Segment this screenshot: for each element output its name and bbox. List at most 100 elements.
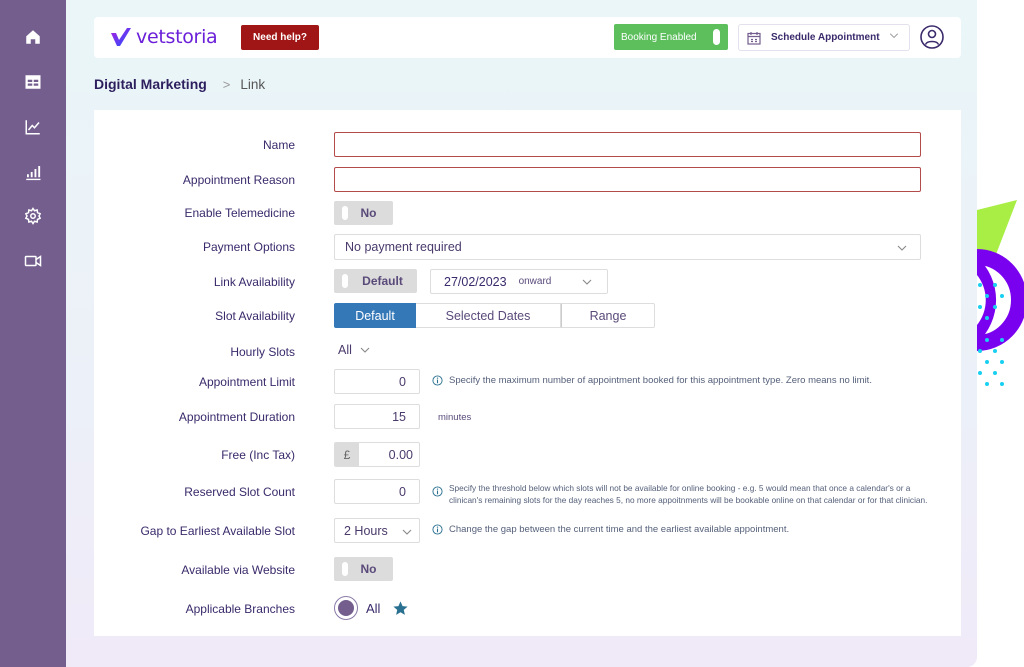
logo-text: vetstoria [136,26,218,48]
sidebar [0,0,66,667]
home-icon[interactable] [21,25,45,49]
schedule-appointment-label: Schedule Appointment [771,32,880,43]
chevron-down-icon [897,245,907,251]
info-icon [432,524,443,535]
enable-telemedicine-toggle[interactable]: No [334,201,393,225]
link-availability-toggle[interactable]: Default [334,269,417,293]
appointment-duration-input[interactable]: 15 [334,404,420,429]
toggle-state: Default [362,274,403,288]
name-input[interactable] [334,132,921,157]
applicable-branches-row: Applicable Branches All [94,596,961,622]
need-help-button[interactable]: Need help? [241,25,319,50]
gear-icon[interactable] [21,204,45,228]
applicable-branches-options: All [334,596,409,620]
available-via-website-toggle[interactable]: No [334,557,393,581]
link-start-date-select[interactable]: 27/02/2023 onward [430,269,608,294]
reserved-slot-count-label: Reserved Slot Count [184,485,295,499]
chevron-down-icon [889,33,899,39]
start-date-value: 27/02/2023 [444,274,507,289]
appointment-reason-row: Appointment Reason [94,167,961,193]
deco-purple-arc [977,257,997,343]
toggle-state: No [360,206,377,220]
appointment-duration-row: Appointment Duration 15 minutes [94,404,961,430]
hourly-slots-select[interactable]: All [338,343,370,357]
info-icon [432,486,443,497]
toggle-knob [713,29,720,45]
available-via-website-row: Available via Website No [94,557,961,583]
gap-earliest-value: 2 Hours [344,523,388,538]
payment-options-select[interactable]: No payment required [334,234,921,260]
breadcrumb: Digital Marketing > Link [94,76,265,92]
info-icon [432,375,443,386]
booking-enabled-toggle[interactable]: Booking Enabled [614,24,728,50]
available-via-website-label: Available via Website [181,563,295,577]
app-window: vetstoria Need help? Booking Enabled Sch… [0,0,977,667]
reserved-slot-count-hint: Specify the threshold below which slots … [432,482,937,506]
breadcrumb-separator: > [222,76,231,92]
appointment-reason-input[interactable] [334,167,921,192]
gap-earliest-row: Gap to Earliest Available Slot 2 Hours C… [94,518,961,544]
duration-unit: minutes [438,412,472,423]
applicable-branches-label: Applicable Branches [185,602,295,616]
branches-all-label: All [366,600,381,616]
gap-earliest-hint: Change the gap between the current time … [432,524,789,535]
line-chart-icon[interactable] [21,115,45,139]
booking-enabled-label: Booking Enabled [621,31,697,43]
appointment-limit-row: Appointment Limit 0 Specify the maximum … [94,369,961,395]
appointment-limit-hint: Specify the maximum number of appointmen… [432,375,872,386]
calendar-icon [747,31,761,45]
top-bar: vetstoria Need help? Booking Enabled Sch… [94,17,961,58]
slot-availability-label: Slot Availability [215,309,295,323]
appointment-limit-input[interactable]: 0 [334,369,420,394]
bar-chart-icon[interactable] [21,160,45,184]
appointment-reason-label: Appointment Reason [182,173,295,187]
toggle-knob [342,274,348,288]
link-availability-row: Link Availability Default 27/02/2023 onw… [94,269,961,295]
hourly-slots-value: All [338,343,352,357]
payment-options-value: No payment required [345,240,462,254]
chevron-down-icon [582,279,592,285]
logo: vetstoria [110,26,218,48]
toggle-knob [342,206,348,220]
slot-option-range[interactable]: Range [561,303,655,328]
reserved-slot-count-input[interactable]: 0 [334,479,420,504]
chevron-down-icon [402,529,412,535]
fee-input[interactable]: £ 0.00 [334,442,420,467]
fee-value: 0.00 [388,447,413,462]
chevron-down-icon [360,347,370,353]
name-row: Name [94,132,961,158]
appointment-duration-label: Appointment Duration [178,410,295,424]
fee-row: Free (Inc Tax) £ 0.00 [94,442,961,468]
gap-earliest-label: Gap to Earliest Available Slot [140,524,295,538]
video-camera-icon[interactable] [21,249,45,273]
hint-text: Specify the maximum number of appointmen… [449,375,872,386]
fee-label: Free (Inc Tax) [221,448,295,462]
reserved-slot-count-row: Reserved Slot Count 0 Specify the thresh… [94,479,961,505]
name-label: Name [262,138,295,152]
toggle-knob [342,562,348,576]
link-form-panel: Name Appointment Reason Enable Telemedic… [94,110,961,636]
schedule-appointment-dropdown[interactable]: Schedule Appointment [738,24,910,51]
hint-text: Specify the threshold below which slots … [449,483,928,505]
user-avatar-icon[interactable] [920,25,944,49]
radio-selected-dot [338,600,354,616]
gap-earliest-select[interactable]: 2 Hours [334,518,420,543]
link-availability-label: Link Availability [213,275,295,289]
hourly-slots-label: Hourly Slots [230,345,295,359]
enable-telemedicine-label: Enable Telemedicine [184,206,295,220]
slot-option-selected-dates[interactable]: Selected Dates [416,303,561,328]
payment-options-label: Payment Options [202,240,295,254]
star-icon[interactable] [392,600,409,617]
breadcrumb-current: Link [240,76,266,92]
onward-label: onward [518,276,552,287]
logo-check-icon [111,28,131,46]
toggle-state: No [360,562,377,576]
branches-all-radio[interactable] [334,596,358,620]
hint-text: Change the gap between the current time … [449,524,790,535]
calendar-grid-icon[interactable] [21,70,45,94]
slot-option-default[interactable]: Default [334,303,416,328]
breadcrumb-root[interactable]: Digital Marketing [94,76,207,92]
decorative-shapes [977,200,1024,386]
appointment-limit-label: Appointment Limit [198,375,295,389]
slot-availability-segmented: Default Selected Dates Range [334,303,655,328]
